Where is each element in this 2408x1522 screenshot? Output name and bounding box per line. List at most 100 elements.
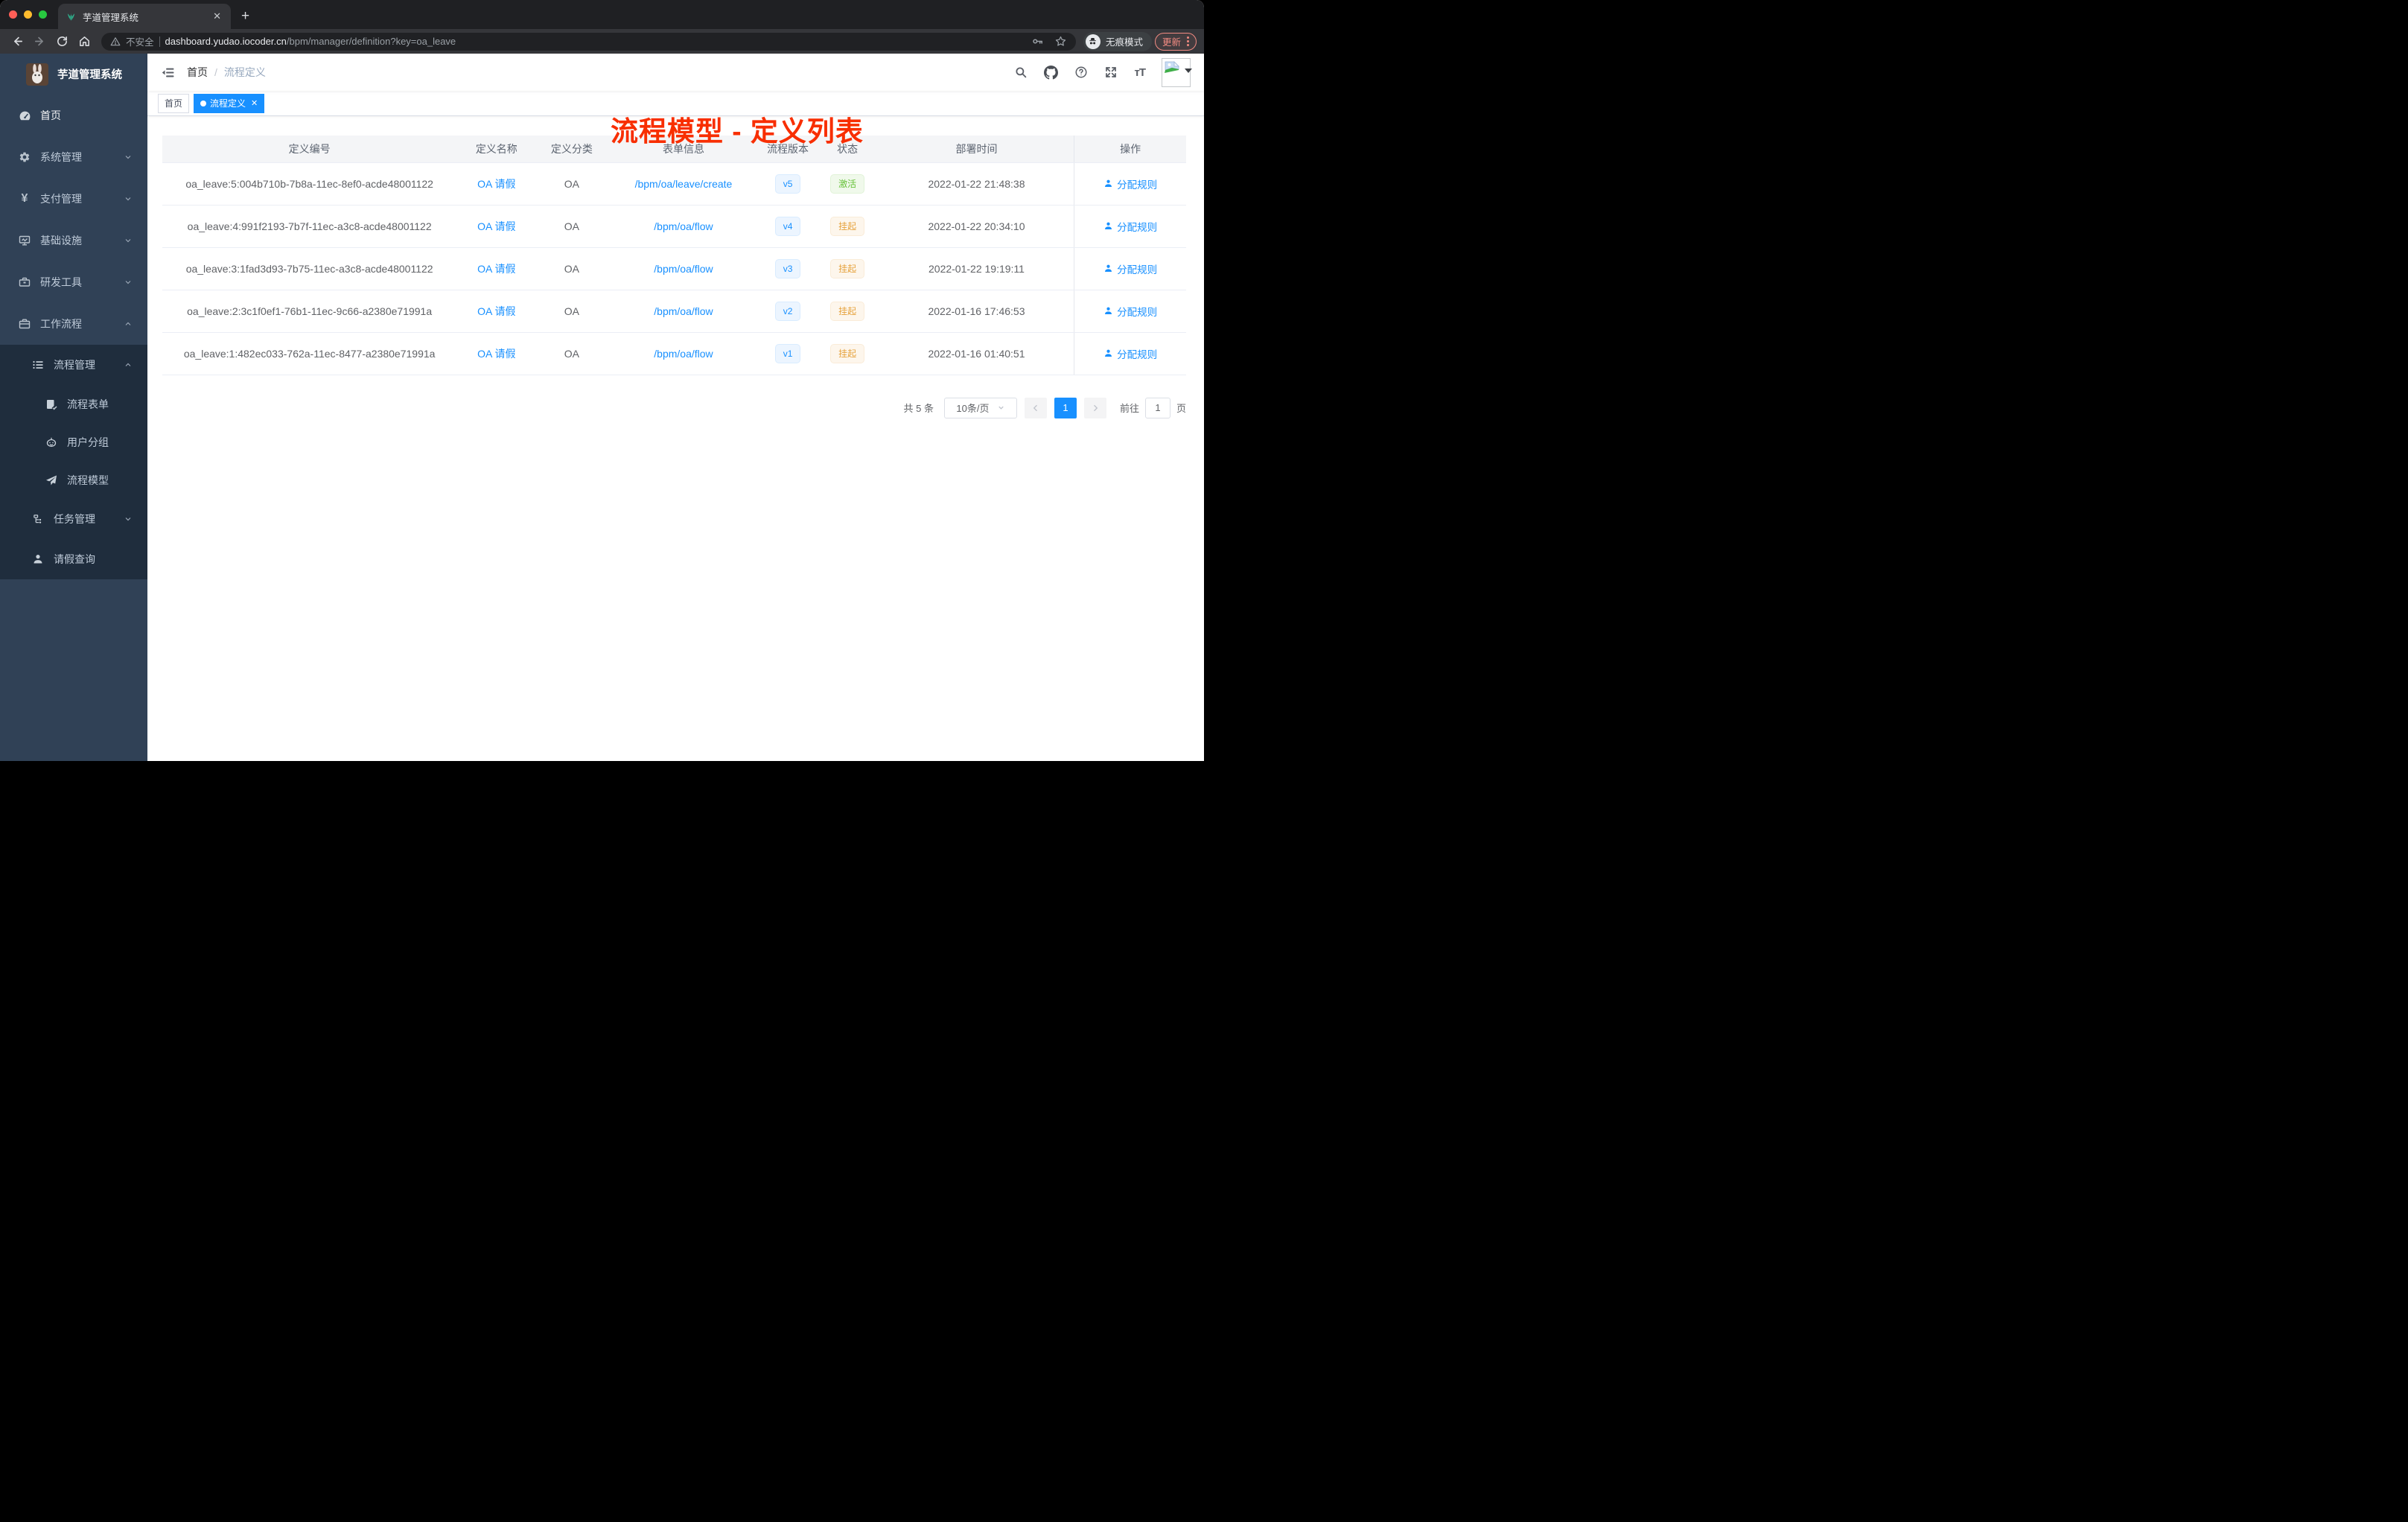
cell-category: OA (536, 247, 608, 290)
breadcrumb-home-link[interactable]: 首页 (187, 65, 208, 80)
sidebar-item-workflow[interactable]: 工作流程 (0, 303, 147, 345)
gear-icon (18, 151, 31, 163)
sidebar-item-process-form[interactable]: 流程表单 (0, 385, 147, 423)
version-badge: v2 (774, 301, 801, 321)
form-edit-icon (45, 398, 58, 410)
version-badge: v1 (774, 343, 801, 363)
sidebar-item-user-group[interactable]: 用户分组 (0, 423, 147, 461)
sidebar-item-devtools[interactable]: 研发工具 (0, 261, 147, 303)
toolbox-icon (18, 276, 31, 288)
search-icon[interactable] (1014, 66, 1028, 79)
form-link[interactable]: /bpm/oa/flow (654, 220, 713, 232)
main-area: 流程模型 - 定义列表 首页 / 流程定义 тT 首页 流程定义 ✕ 定义编号 … (147, 54, 1204, 761)
page-size-value: 10条/页 (956, 403, 990, 414)
breadcrumb: 首页 / 流程定义 (187, 65, 266, 80)
back-icon[interactable] (7, 32, 27, 51)
page-content: 定义编号 定义名称 定义分类 表单信息 流程版本 状态 部署时间 操作 oa_l (147, 116, 1204, 418)
home-icon[interactable] (74, 32, 94, 51)
cell-category: OA (536, 332, 608, 375)
user-icon (31, 553, 45, 565)
url-text[interactable]: dashboard.yudao.iocoder.cn/bpm/manager/d… (165, 36, 1026, 47)
form-link[interactable]: /bpm/oa/flow (654, 348, 713, 360)
tag-home[interactable]: 首页 (158, 93, 190, 113)
hamburger-collapse-icon[interactable] (159, 66, 181, 80)
col-definition-name: 定义名称 (456, 136, 537, 163)
forward-icon[interactable] (30, 32, 49, 51)
definition-name-link[interactable]: OA 请假 (477, 305, 515, 317)
user-icon (1105, 222, 1112, 229)
help-icon[interactable] (1074, 66, 1088, 79)
assign-rule-link[interactable]: 分配规则 (1103, 219, 1157, 234)
browser-tab[interactable]: 芋道管理系统 ✕ (58, 4, 231, 29)
github-icon[interactable] (1044, 65, 1059, 80)
sidebar-item-home[interactable]: 首页 (0, 95, 147, 136)
maximize-window-button[interactable] (39, 10, 47, 19)
browser-window: 芋道管理系统 ✕ + 不安全 dashboard.yudao.iocoder.c… (0, 0, 1204, 761)
definition-name-link[interactable]: OA 请假 (477, 178, 515, 190)
assign-rule-link[interactable]: 分配规则 (1103, 346, 1157, 361)
col-actions: 操作 (1074, 136, 1186, 163)
avatar-caret-down-icon[interactable] (1185, 68, 1192, 73)
user-icon (1105, 307, 1112, 314)
reload-icon[interactable] (52, 32, 71, 51)
font-size-icon[interactable]: тT (1134, 66, 1145, 79)
url-bar[interactable]: 不安全 dashboard.yudao.iocoder.cn/bpm/manag… (101, 32, 1076, 51)
chevron-down-icon (124, 515, 133, 523)
form-link[interactable]: /bpm/oa/flow (654, 263, 713, 275)
assign-rule-link[interactable]: 分配规则 (1103, 176, 1157, 191)
cell-definition-id: oa_leave:5:004b710b-7b8a-11ec-8ef0-acde4… (162, 162, 457, 206)
url-separator (159, 36, 160, 47)
definition-name-link[interactable]: OA 请假 (477, 348, 515, 360)
breadcrumb-current: 流程定义 (223, 66, 266, 78)
page-1-button[interactable]: 1 (1054, 397, 1077, 418)
active-dot (200, 100, 207, 106)
sidebar-item-payment[interactable]: ¥ 支付管理 (0, 178, 147, 220)
dashboard-icon (18, 109, 31, 122)
definition-name-link[interactable]: OA 请假 (477, 220, 515, 232)
sidebar-item-label: 流程模型 (67, 474, 109, 486)
incognito-icon (1085, 34, 1101, 49)
tree-icon (31, 514, 45, 525)
form-link[interactable]: /bpm/oa/leave/create (635, 178, 733, 190)
next-page-button[interactable] (1083, 397, 1106, 418)
incognito-label: 无痕模式 (1105, 37, 1143, 48)
cell-deploy-time: 2022-01-16 01:40:51 (879, 332, 1074, 375)
fullscreen-icon[interactable] (1104, 66, 1118, 79)
cell-deploy-time: 2022-01-22 19:19:11 (879, 247, 1074, 290)
cell-category: OA (536, 162, 608, 206)
tag-close-icon[interactable]: ✕ (251, 98, 258, 108)
yen-icon: ¥ (21, 192, 28, 205)
favicon-plant-icon (66, 11, 77, 22)
prev-page-button[interactable] (1024, 397, 1047, 418)
sidebar-item-task-manage[interactable]: 任务管理 (0, 499, 147, 539)
chevron-right-icon (1093, 404, 1098, 411)
definition-name-link[interactable]: OA 请假 (477, 263, 515, 275)
red-annotation: 流程模型 - 定义列表 (611, 116, 864, 147)
browser-menu-kebab-icon[interactable] (1187, 36, 1189, 46)
form-link[interactable]: /bpm/oa/flow (654, 305, 713, 317)
sidebar-item-system[interactable]: 系统管理 (0, 136, 147, 178)
sidebar-logo[interactable]: 芋道管理系统 (0, 54, 147, 95)
tag-label: 首页 (165, 98, 183, 109)
chevron-up-icon (124, 319, 133, 328)
bookmark-star-icon[interactable] (1054, 35, 1067, 48)
assign-rule-link[interactable]: 分配规则 (1103, 304, 1157, 319)
close-window-button[interactable] (9, 10, 17, 19)
sidebar-item-infra[interactable]: 基础设施 (0, 220, 147, 261)
update-button[interactable]: 更新 (1154, 32, 1197, 51)
sidebar-item-label: 任务管理 (54, 513, 95, 525)
paper-plane-icon (45, 474, 58, 486)
tab-close-icon[interactable]: ✕ (211, 10, 223, 22)
new-tab-button[interactable]: + (241, 8, 249, 25)
security-label[interactable]: 不安全 (126, 34, 154, 48)
chevron-down-icon (124, 278, 133, 287)
page-size-select[interactable]: 10条/页 (943, 397, 1017, 418)
assign-rule-link[interactable]: 分配规则 (1103, 261, 1157, 276)
sidebar-item-process-model[interactable]: 流程模型 (0, 461, 147, 499)
goto-page-input[interactable] (1144, 397, 1170, 418)
sidebar-item-leave-query[interactable]: 请假查询 (0, 539, 147, 579)
minimize-window-button[interactable] (24, 10, 32, 19)
tag-process-definition[interactable]: 流程定义 ✕ (194, 93, 265, 113)
sidebar-item-process-manage[interactable]: 流程管理 (0, 345, 147, 385)
password-key-icon[interactable] (1031, 35, 1044, 48)
